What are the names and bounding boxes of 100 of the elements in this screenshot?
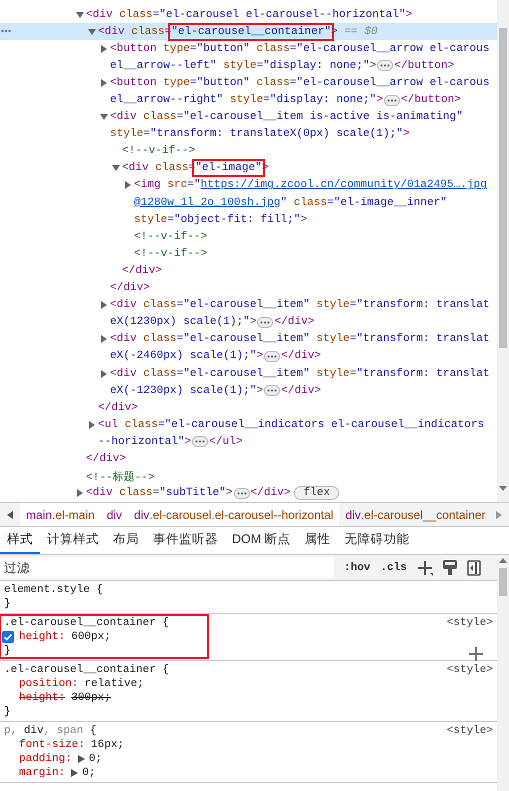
expand-arrow-icon[interactable] (100, 78, 108, 87)
expand-arrow-icon[interactable] (100, 370, 108, 378)
code-text: <div class="el-carousel__item" style="transform: translat (110, 368, 490, 380)
dom-node-row[interactable]: <!--v-if--> (0, 228, 497, 246)
expand-arrow-icon[interactable] (78, 755, 85, 763)
paint-roller-icon[interactable] (442, 560, 457, 576)
expand-arrow-icon[interactable] (100, 113, 108, 122)
style-property[interactable]: padding: 0; (0, 752, 102, 766)
dom-node-row[interactable]: <div class="el-carousel__item" style="transform: translat (0, 296, 497, 314)
dom-node-row[interactable]: <div class="el-carousel__item" style="transform: translat (0, 330, 497, 348)
ellipsis-button[interactable] (377, 60, 394, 72)
tab[interactable]: DOM 断点 (225, 527, 298, 554)
expand-arrow-icon[interactable] (76, 10, 84, 19)
expand-arrow-icon[interactable] (112, 164, 120, 172)
style-property[interactable]: height: 300px; (0, 691, 111, 705)
property-name[interactable]: height: (19, 631, 66, 643)
more-icon[interactable] (1, 29, 11, 34)
tab[interactable]: 计算样式 (40, 527, 106, 554)
breadcrumb-item[interactable]: div (100, 503, 128, 526)
sidebar-toggle-icon[interactable] (466, 560, 481, 576)
css-selector: p, (4, 725, 18, 737)
property-value[interactable]: 16px; (91, 739, 124, 751)
code-text: <button type="button" class="el-carousel__arrow el-carous (110, 42, 490, 55)
breadcrumb-item[interactable]: div.el-carousel__container (339, 503, 489, 526)
property-name[interactable]: position: (19, 678, 78, 690)
tab[interactable]: 事件监听器 (146, 527, 225, 554)
property-checkbox[interactable] (2, 631, 14, 643)
cls-toggle[interactable]: .cls (380, 562, 407, 574)
code-text: <!--标题--> (86, 470, 155, 484)
expand-arrow-icon[interactable] (76, 489, 84, 498)
property-name[interactable]: margin: (19, 767, 66, 779)
dom-node-row[interactable]: <!--v-if--> (0, 245, 497, 262)
tab[interactable]: 无障碍功能 (338, 527, 417, 554)
style-property[interactable]: position: relative; (0, 677, 144, 691)
code-text: </div> (281, 384, 322, 397)
scrollbar[interactable] (497, 555, 509, 791)
dom-node-row[interactable]: <div class="el-carousel el-carousel--horizontal"> (0, 6, 497, 24)
css-selector: , span (44, 725, 84, 737)
dom-node-row[interactable]: <div class="el-carousel__item is-active is-animating" (0, 108, 497, 126)
source-link[interactable]: <style> (446, 725, 493, 737)
property-name[interactable]: padding: (19, 753, 72, 765)
style-property[interactable]: height: 600px; (0, 630, 111, 644)
dom-node-row[interactable]: <ul class="el-carousel__indicators el-carousel__indicators (0, 416, 497, 434)
code-text: </div> (281, 350, 322, 362)
style-property[interactable]: margin: 0; (0, 766, 96, 780)
dom-node-row[interactable]: <div class="subTitle"> </div> flex (0, 484, 497, 502)
code-text: <img src=" (134, 179, 201, 192)
expand-arrow-icon[interactable] (100, 44, 108, 53)
tab[interactable]: 属性 (298, 527, 338, 554)
dom-node-row[interactable]: <img src="https://img.zcool.cn/community/01a2495….jpg (0, 176, 497, 194)
breadcrumb-item[interactable]: div.el-carousel.el-carousel--horizontal (128, 503, 340, 526)
source-link[interactable]: <style> (446, 617, 493, 629)
property-name[interactable]: height: (19, 692, 66, 704)
url-link[interactable]: @1280w_1l_2o_100sh.jpg (134, 196, 280, 209)
expand-arrow-icon[interactable] (100, 335, 108, 344)
hov-toggle[interactable]: :hov (344, 562, 370, 574)
breadcrumb-item[interactable]: main.el-main (20, 503, 101, 526)
scroll-up-icon[interactable] (499, 558, 507, 564)
code-text: </div> (98, 402, 138, 414)
flex-badge[interactable]: flex (294, 486, 340, 500)
source-link[interactable]: <style> (446, 664, 493, 676)
property-value[interactable]: 600px; (71, 631, 111, 643)
expand-arrow-icon[interactable] (100, 301, 108, 310)
code-text: <div class="el-carousel__item" style="transform: translat (110, 333, 490, 346)
code-text: --horizontal"> (98, 436, 192, 448)
expand-arrow-icon[interactable] (124, 181, 132, 190)
dom-node-row[interactable]: <!--标题--> (0, 468, 497, 485)
ellipsis-button[interactable] (192, 436, 208, 448)
url-link[interactable]: https://img.zcool.cn/community/01a2495….jpg (200, 179, 487, 192)
expand-arrow-icon[interactable] (88, 420, 96, 429)
ellipsis-button[interactable] (264, 350, 280, 362)
scroll-right-icon[interactable] (496, 510, 502, 518)
add-property-icon[interactable] (469, 647, 483, 661)
dom-node-row[interactable]: <div class="el-carousel__item" style="transform: translat (0, 364, 497, 382)
ellipsis-button[interactable] (384, 94, 400, 106)
scrollbar[interactable] (497, 0, 509, 502)
expand-arrow-icon[interactable] (71, 769, 78, 777)
code-text: el__arrow--left" style="display: none;"> (110, 60, 376, 72)
new-rule-icon[interactable] (416, 560, 433, 576)
ellipsis-button[interactable] (234, 488, 250, 499)
scroll-down-icon[interactable] (499, 486, 507, 492)
property-value[interactable]: 0; (88, 753, 102, 765)
scroll-thumb[interactable] (499, 28, 507, 348)
dom-node-row[interactable]: <!--v-if--> (0, 142, 497, 160)
style-property[interactable]: font-size: 16px; (0, 738, 124, 752)
tab[interactable]: 布局 (106, 527, 146, 554)
filter-field[interactable]: 过滤 (0, 557, 334, 578)
ellipsis-button[interactable] (264, 385, 280, 396)
dom-node-row[interactable]: <button type="button" class="el-carousel__arrow el-carous (0, 40, 497, 58)
code-text: <ul class="el-carousel__indicators el-carousel__indicators (98, 418, 484, 431)
property-value[interactable]: 0; (82, 767, 96, 779)
dom-node-row[interactable]: <button type="button" class="el-carousel__arrow el-carous (0, 74, 497, 92)
scroll-thumb[interactable] (499, 568, 507, 596)
ellipsis-button[interactable] (257, 316, 274, 328)
expand-arrow-icon[interactable] (88, 28, 96, 36)
property-value[interactable]: 300px; (71, 692, 111, 704)
property-name[interactable]: font-size: (19, 739, 86, 751)
property-value[interactable]: relative; (84, 678, 144, 690)
code-text: </ul> (209, 436, 243, 448)
scroll-left-icon[interactable] (7, 510, 13, 518)
